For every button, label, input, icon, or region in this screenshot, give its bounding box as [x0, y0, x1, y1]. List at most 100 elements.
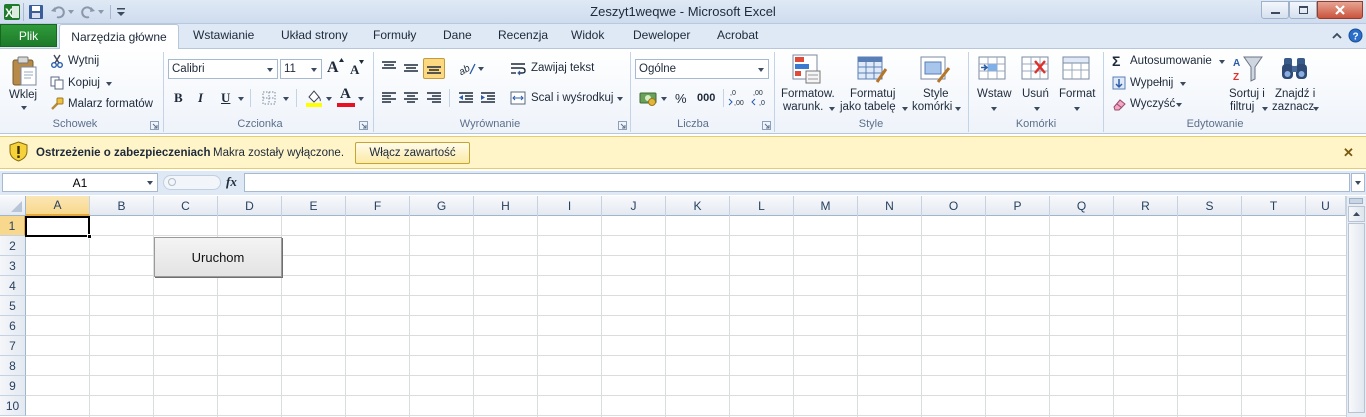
- tab-insert[interactable]: Wstawianie: [193, 28, 254, 42]
- column-header-k[interactable]: K: [666, 196, 730, 216]
- conditional-formatting-label[interactable]: Formatow.: [781, 88, 835, 100]
- delete-cells-button[interactable]: Usuń: [1022, 88, 1049, 100]
- orientation-icon[interactable]: ab: [458, 60, 476, 76]
- tab-developer[interactable]: Deweloper: [633, 28, 690, 42]
- align-bottom-icon[interactable]: [423, 58, 445, 79]
- cell-styles-label-2[interactable]: komórki: [912, 101, 952, 113]
- format-cells-button[interactable]: Format: [1059, 88, 1095, 100]
- eraser-icon[interactable]: [1112, 97, 1126, 111]
- borders-dropdown-icon[interactable]: [283, 97, 289, 101]
- column-header-a[interactable]: A: [26, 196, 90, 216]
- alignment-launcher-icon[interactable]: [618, 121, 627, 130]
- row-header-9[interactable]: 9: [0, 376, 26, 396]
- percent-button[interactable]: %: [675, 91, 687, 106]
- paste-icon[interactable]: [8, 55, 40, 87]
- column-header-g[interactable]: G: [410, 196, 474, 216]
- insert-function-button[interactable]: fx: [226, 174, 237, 190]
- column-header-e[interactable]: E: [282, 196, 346, 216]
- close-warning-icon[interactable]: ✕: [1343, 145, 1354, 161]
- clear-button[interactable]: Wyczyść: [1130, 98, 1175, 110]
- number-launcher-icon[interactable]: [762, 121, 771, 130]
- format-cells-icon[interactable]: [1062, 55, 1092, 83]
- conditional-dropdown-icon[interactable]: [829, 107, 835, 111]
- tab-review[interactable]: Recenzja: [498, 28, 548, 42]
- clipboard-launcher-icon[interactable]: [150, 121, 159, 130]
- delete-dropdown-icon[interactable]: [1034, 107, 1040, 111]
- decrease-decimal-icon[interactable]: ,00,0: [751, 87, 771, 107]
- formula-input[interactable]: [244, 173, 1350, 192]
- thousands-button[interactable]: 000: [697, 92, 715, 104]
- column-header-i[interactable]: I: [538, 196, 602, 216]
- font-launcher-icon[interactable]: [359, 121, 368, 130]
- copy-icon[interactable]: [50, 76, 64, 90]
- column-header-c[interactable]: C: [154, 196, 218, 216]
- uruchom-button[interactable]: Uruchom: [154, 237, 282, 277]
- delete-cells-icon[interactable]: [1021, 55, 1051, 83]
- tab-data[interactable]: Dane: [443, 28, 472, 42]
- format-painter-icon[interactable]: [50, 97, 64, 111]
- fill-button[interactable]: Wypełnij: [1130, 77, 1173, 89]
- row-header-5[interactable]: 5: [0, 296, 26, 316]
- font-color-icon[interactable]: A: [337, 86, 355, 107]
- increase-decimal-icon[interactable]: ,0,00: [728, 87, 748, 107]
- tab-formulas[interactable]: Formuły: [373, 28, 416, 42]
- format-painter-button[interactable]: Malarz formatów: [68, 98, 153, 110]
- sort-dropdown-icon[interactable]: [1262, 107, 1268, 111]
- tab-home[interactable]: Narzędzia główne: [59, 24, 179, 49]
- insert-cells-icon[interactable]: [978, 55, 1008, 83]
- active-cell-a1[interactable]: [25, 216, 90, 237]
- help-icon[interactable]: ?: [1348, 28, 1363, 43]
- column-header-s[interactable]: S: [1178, 196, 1242, 216]
- cell-styles-dropdown-icon[interactable]: [955, 107, 961, 111]
- clear-dropdown-icon[interactable]: [1176, 103, 1182, 107]
- ribbon-minimize-icon[interactable]: [1330, 29, 1344, 43]
- cut-button[interactable]: Wytnij: [68, 55, 99, 67]
- column-header-b[interactable]: B: [90, 196, 154, 216]
- autosum-icon[interactable]: Σ: [1112, 53, 1120, 69]
- copy-dropdown-icon[interactable]: [106, 82, 112, 86]
- underline-dropdown-icon[interactable]: [238, 97, 244, 101]
- find-select-label[interactable]: Znajdź i: [1275, 88, 1315, 100]
- name-box-dropdown-icon[interactable]: [147, 181, 153, 185]
- select-all-button[interactable]: [0, 196, 26, 216]
- row-header-10[interactable]: 10: [0, 396, 26, 416]
- align-top-icon[interactable]: [381, 61, 397, 75]
- binoculars-icon[interactable]: [1280, 54, 1310, 84]
- fill-color-dropdown-icon[interactable]: [326, 97, 332, 101]
- tab-acrobat[interactable]: Acrobat: [717, 28, 758, 42]
- row-header-3[interactable]: 3: [0, 256, 26, 276]
- column-header-h[interactable]: H: [474, 196, 538, 216]
- enable-content-button[interactable]: Włącz zawartość: [355, 142, 470, 164]
- restore-icon[interactable]: [1289, 1, 1317, 19]
- merge-center-icon[interactable]: [510, 91, 526, 105]
- row-header-6[interactable]: 6: [0, 316, 26, 336]
- grow-font-button[interactable]: A: [327, 59, 339, 77]
- row-header-2[interactable]: 2: [0, 236, 26, 256]
- expand-formula-icon[interactable]: [1351, 173, 1365, 192]
- italic-button[interactable]: I: [198, 90, 203, 106]
- scroll-thumb[interactable]: [1348, 223, 1365, 413]
- borders-icon[interactable]: [262, 91, 276, 105]
- column-header-u[interactable]: U: [1306, 196, 1346, 216]
- cell-styles-icon[interactable]: [920, 54, 950, 84]
- fill-color-icon[interactable]: [305, 88, 323, 107]
- column-header-d[interactable]: D: [218, 196, 282, 216]
- row-header-8[interactable]: 8: [0, 356, 26, 376]
- format-as-table-label-2[interactable]: jako tabelę: [840, 101, 896, 113]
- fill-down-icon[interactable]: [1112, 76, 1126, 90]
- column-header-l[interactable]: L: [730, 196, 794, 216]
- format-as-table-icon[interactable]: [857, 54, 887, 84]
- insert-dropdown-icon[interactable]: [991, 107, 997, 111]
- minimize-icon[interactable]: [1261, 1, 1289, 19]
- align-right-icon[interactable]: [426, 91, 442, 105]
- currency-dropdown-icon[interactable]: [661, 97, 667, 101]
- orientation-dropdown-icon[interactable]: [478, 67, 484, 71]
- shrink-font-button[interactable]: A: [350, 62, 359, 78]
- fill-handle[interactable]: [87, 234, 92, 239]
- column-header-j[interactable]: J: [602, 196, 666, 216]
- wrap-text-button[interactable]: Zawijaj tekst: [531, 62, 594, 74]
- row-header-7[interactable]: 7: [0, 336, 26, 356]
- currency-icon[interactable]: [639, 89, 657, 107]
- sort-filter-label[interactable]: Sortuj i: [1229, 88, 1265, 100]
- column-header-n[interactable]: N: [858, 196, 922, 216]
